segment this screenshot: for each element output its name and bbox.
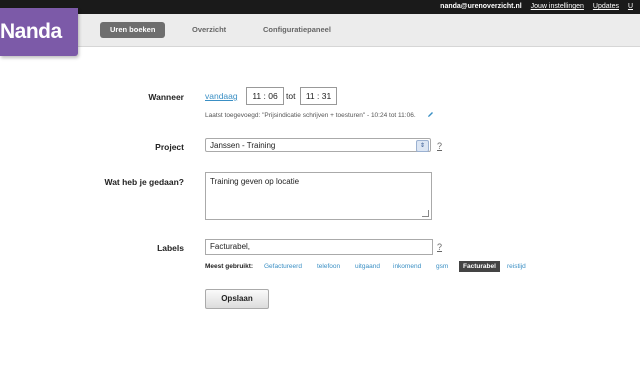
account-links: nanda@urenoverzicht.nl Jouw instellingen… [440,3,640,10]
labels-help-link[interactable]: ? [437,242,442,252]
time-separator: tot [286,91,296,101]
description-textarea[interactable]: Training geven op locatie [205,172,432,220]
resize-grip-icon[interactable] [422,210,429,217]
project-select-value: Janssen - Training [210,141,276,150]
select-arrow-icon[interactable]: ⇕ [416,140,429,152]
tab-configuratiepaneel[interactable]: Configuratiepaneel [263,22,331,38]
date-link[interactable]: vandaag [205,91,238,101]
updates-link[interactable]: Updates [593,3,619,10]
edit-icon[interactable] [427,111,434,118]
start-time-input[interactable]: 11 : 06 [246,87,284,105]
last-added-hint: Laatst toegevoegd: "Prijsindicatie schri… [205,112,416,119]
description-value: Training geven op locatie [210,177,300,186]
description-label: Wat heb je gedaan? [104,177,184,187]
wanneer-label: Wanneer [148,92,184,102]
tag-inkomend[interactable]: inkomend [393,263,421,270]
tab-uren-boeken[interactable]: Uren boeken [100,22,166,38]
tag-telefoon[interactable]: telefoon [317,263,340,270]
project-label: Project [155,142,184,152]
account-email: nanda@urenoverzicht.nl [440,3,522,10]
end-time-input[interactable]: 11 : 31 [300,87,337,105]
labels-input[interactable]: Facturabel, [205,239,433,255]
most-used-label: Meest gebruikt: [205,263,254,270]
labels-label: Labels [157,243,184,253]
tag-uitgaand[interactable]: uitgaand [355,263,380,270]
logo[interactable]: Nanda [0,8,78,56]
settings-link[interactable]: Jouw instellingen [531,3,584,10]
project-help-link[interactable]: ? [437,141,442,151]
tag-reistijd[interactable]: reistijd [507,263,526,270]
tag-gsm[interactable]: gsm [436,263,448,270]
tag-facturabel[interactable]: Facturabel [459,261,500,272]
top-bar: nanda@urenoverzicht.nl Jouw instellingen… [0,0,640,14]
tab-overzicht[interactable]: Overzicht [192,22,226,38]
tag-gefactureerd[interactable]: Gefactureerd [264,263,302,270]
project-select[interactable]: Janssen - Training ⇕ [205,138,431,152]
more-link[interactable]: U [628,3,633,10]
save-button[interactable]: Opslaan [205,289,269,309]
